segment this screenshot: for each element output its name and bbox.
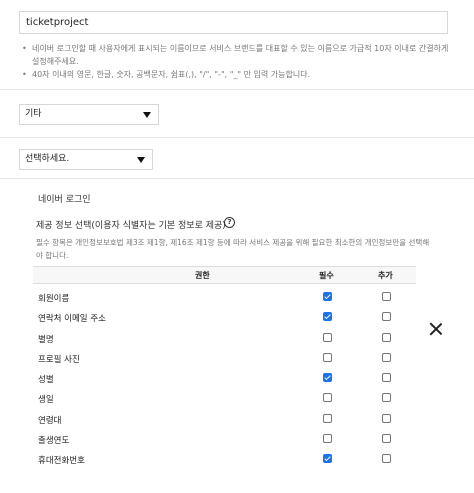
additional-checkbox[interactable] xyxy=(382,393,391,403)
table-row: 휴대전화번호 xyxy=(33,449,416,469)
permission-label: 회원이름 xyxy=(38,294,70,304)
required-checkbox[interactable] xyxy=(323,292,332,301)
table-row: 출생연도 xyxy=(33,429,416,449)
chevron-down-icon xyxy=(143,112,151,118)
divider xyxy=(0,89,474,90)
api-select-value: 선택하세요. xyxy=(25,154,70,164)
divider xyxy=(0,178,474,179)
additional-checkbox[interactable] xyxy=(382,413,391,423)
permission-label: 출생연도 xyxy=(38,436,70,447)
note-item: 40자 이내의 영문, 한글, 숫자, 공백문자, 쉼표(,), "/", "-… xyxy=(22,68,452,81)
required-checkbox[interactable] xyxy=(323,434,332,444)
table-row: 회원이름 xyxy=(33,287,416,307)
chevron-down-icon xyxy=(137,157,145,163)
required-checkbox[interactable] xyxy=(323,312,332,322)
header-permission: 권한 xyxy=(195,271,210,280)
category-select[interactable]: 기타 xyxy=(19,104,159,125)
required-checkbox[interactable] xyxy=(323,393,332,403)
provide-info-title: 제공 정보 선택(이용자 식별자는 기본 정보로 제공) xyxy=(36,221,226,231)
permission-label: 프로필 사진 xyxy=(38,354,80,365)
table-row: 별명 xyxy=(33,328,416,348)
table-body: 회원이름연락처 이메일 주소별명프로필 사진성별생일연령대출생연도휴대전화번호 xyxy=(33,287,416,470)
required-checkbox[interactable] xyxy=(323,454,332,464)
additional-checkbox[interactable] xyxy=(382,312,391,322)
permission-label: 생일 xyxy=(38,395,54,406)
additional-checkbox[interactable] xyxy=(382,454,391,464)
note-item: 네이버 로그인할 때 사용자에게 표시되는 이름이므로 서비스 브랜드를 대표할… xyxy=(22,42,452,68)
permission-label: 연령대 xyxy=(38,415,62,426)
required-checkbox[interactable] xyxy=(323,352,332,362)
service-name-notes: 네이버 로그인할 때 사용자에게 표시되는 이름이므로 서비스 브랜드를 대표할… xyxy=(22,42,452,81)
permission-label: 휴대전화번호 xyxy=(38,456,85,467)
required-checkbox[interactable] xyxy=(323,373,332,383)
header-additional: 추가 xyxy=(378,271,393,280)
table-row: 성별 xyxy=(33,368,416,388)
table-header: 권한 필수 추가 xyxy=(33,266,416,284)
divider xyxy=(0,137,474,138)
additional-checkbox[interactable] xyxy=(382,292,391,301)
help-icon[interactable]: ? xyxy=(224,217,235,228)
permission-label: 별명 xyxy=(38,334,54,345)
header-required: 필수 xyxy=(319,271,334,280)
category-select-value: 기타 xyxy=(25,109,42,119)
table-row: 연령대 xyxy=(33,409,416,429)
permission-label: 연락처 이메일 주소 xyxy=(38,314,106,325)
table-row: 프로필 사진 xyxy=(33,348,416,368)
close-icon[interactable] xyxy=(429,322,443,336)
api-select[interactable]: 선택하세요. xyxy=(19,149,153,170)
required-checkbox[interactable] xyxy=(323,332,332,342)
additional-checkbox[interactable] xyxy=(382,434,391,444)
table-row: 연락처 이메일 주소 xyxy=(33,307,416,327)
additional-checkbox[interactable] xyxy=(382,373,391,383)
section-title: 네이버 로그인 xyxy=(38,195,91,205)
required-checkbox[interactable] xyxy=(323,413,332,423)
provide-info-description: 필수 항목은 개인정보보호법 제3조 제1항, 제16조 제1항 등에 따라 서… xyxy=(36,238,430,260)
additional-checkbox[interactable] xyxy=(382,352,391,362)
additional-checkbox[interactable] xyxy=(382,332,391,342)
permission-label: 성별 xyxy=(38,375,54,386)
service-name-input[interactable]: ticketproject xyxy=(19,11,448,34)
permission-table: 권한 필수 추가 회원이름연락처 이메일 주소별명프로필 사진성별생일연령대출생… xyxy=(33,266,416,470)
table-row: 생일 xyxy=(33,388,416,408)
